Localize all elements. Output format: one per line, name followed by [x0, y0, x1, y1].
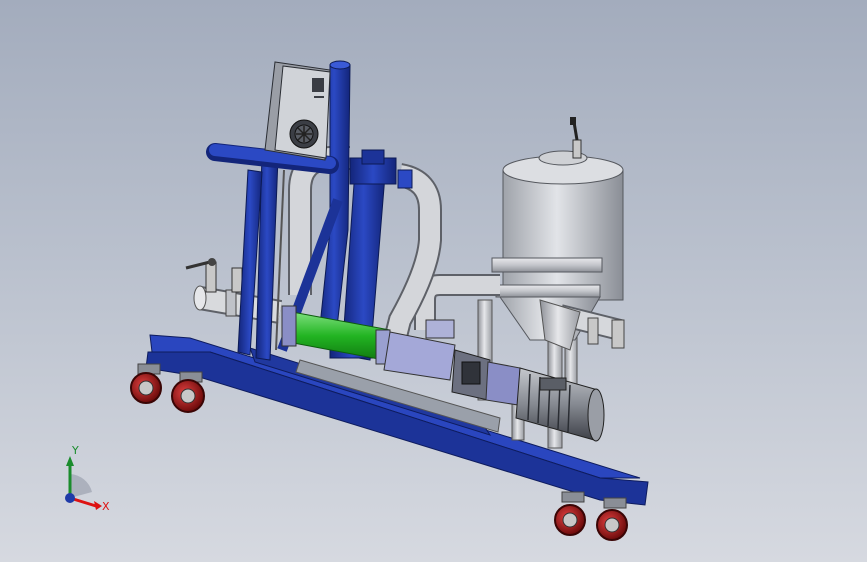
coordinate-triad-icon: Y X — [65, 444, 110, 513]
cad-model-scene[interactable] — [0, 0, 867, 562]
caster-rear-right[interactable] — [596, 497, 628, 541]
triad-x-label: X — [102, 500, 110, 513]
drive-motor[interactable] — [515, 367, 605, 442]
caster-front-left[interactable] — [130, 363, 162, 404]
caster-front-right[interactable] — [171, 371, 205, 413]
ventilation-fan-icon — [289, 119, 319, 149]
ball-valve-inlet[interactable] — [185, 258, 243, 293]
cad-viewport[interactable]: Y X — [0, 0, 867, 562]
triad-y-label: Y — [71, 444, 79, 457]
triad-z-axis — [65, 493, 75, 503]
caster-rear-left[interactable] — [554, 491, 586, 536]
